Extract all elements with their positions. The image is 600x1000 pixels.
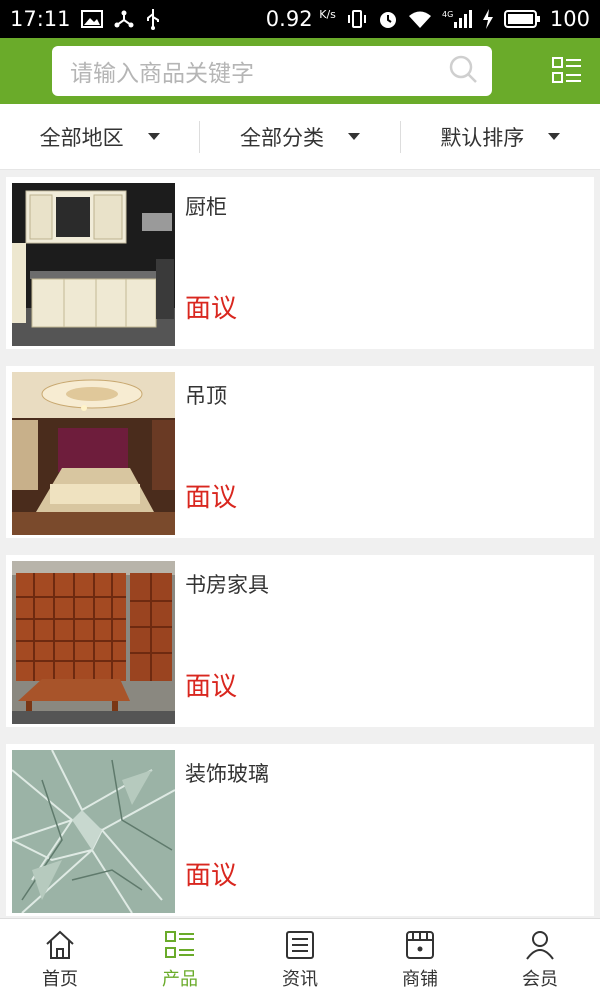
bottom-nav: 首页 产品 资讯 商铺 会员 [0, 918, 600, 1000]
product-item[interactable]: 厨柜 面议 [6, 177, 594, 349]
wifi-icon [408, 10, 432, 28]
nav-home[interactable]: 首页 [0, 919, 120, 1000]
nav-label: 资讯 [282, 968, 318, 990]
product-price: 面议 [185, 294, 238, 324]
header: 请输入商品关键字 [0, 38, 600, 104]
usb-icon [145, 8, 161, 30]
share-icon [113, 9, 135, 29]
alarm-icon [378, 9, 398, 29]
product-info: 吊顶 面议 [175, 372, 588, 532]
battery-icon [503, 10, 540, 28]
filter-bar: 全部地区 全部分类 默认排序 [0, 104, 600, 170]
home-icon [46, 930, 74, 959]
product-title[interactable]: 装饰玻璃 [185, 758, 578, 788]
network-speed: 0.92 K/s [265, 7, 336, 31]
product-image-kitchen-cabinet[interactable] [12, 183, 175, 346]
product-image-study-furniture[interactable] [12, 561, 175, 724]
filter-label: 全部地区 [39, 125, 124, 150]
product-title[interactable]: 吊顶 [185, 380, 578, 410]
product-title[interactable]: 书房家具 [185, 569, 578, 599]
product-list: 厨柜 面议 吊顶 面议 书房家具 面议 装饰玻璃 面议 [6, 177, 594, 933]
image-icon [80, 10, 103, 28]
search-input[interactable]: 请输入商品关键字 [52, 46, 492, 96]
product-item[interactable]: 吊顶 面议 [6, 366, 594, 538]
filter-category[interactable]: 全部分类 [199, 120, 399, 153]
nav-products[interactable]: 产品 [120, 919, 240, 1000]
battery-level: 100 [549, 7, 590, 31]
product-info: 厨柜 面议 [175, 183, 588, 343]
news-icon [286, 930, 314, 959]
signal-icon: 4G [442, 9, 472, 29]
nav-news[interactable]: 资讯 [240, 919, 360, 1000]
nav-member[interactable]: 会员 [480, 919, 600, 1000]
nav-label: 产品 [162, 968, 198, 990]
store-icon [406, 930, 434, 959]
search-placeholder: 请输入商品关键字 [70, 61, 254, 87]
product-title[interactable]: 厨柜 [185, 191, 578, 221]
filter-label: 全部分类 [239, 125, 324, 150]
product-item[interactable]: 书房家具 面议 [6, 555, 594, 727]
nav-label: 首页 [42, 968, 78, 990]
nav-store[interactable]: 商铺 [360, 919, 480, 1000]
product-list-icon [165, 930, 194, 958]
product-item[interactable]: 装饰玻璃 面议 [6, 744, 594, 916]
filter-region[interactable]: 全部地区 [0, 121, 199, 153]
caret-down-icon [347, 133, 360, 140]
svg-text:4G: 4G [442, 10, 453, 19]
search-icon[interactable] [448, 54, 478, 88]
product-price: 面议 [185, 672, 238, 702]
product-image-decorative-glass[interactable] [12, 750, 175, 913]
caret-down-icon [548, 133, 561, 140]
product-image-ceiling-bedroom[interactable] [12, 372, 175, 535]
product-price: 面议 [185, 861, 238, 891]
status-bar: 17:11 0.92 K/s 4G 100 [0, 0, 600, 38]
filter-label: 默认排序 [440, 125, 525, 150]
product-info: 书房家具 面议 [175, 561, 588, 721]
product-info: 装饰玻璃 面议 [175, 750, 588, 910]
nav-label: 会员 [522, 968, 558, 990]
vibrate-icon [346, 9, 368, 29]
filter-sort[interactable]: 默认排序 [399, 120, 600, 153]
charging-icon [482, 9, 494, 29]
category-menu-icon[interactable] [552, 56, 582, 86]
caret-down-icon [147, 133, 160, 140]
clock: 17:11 [10, 7, 71, 31]
user-icon [526, 930, 554, 960]
nav-label: 商铺 [402, 968, 438, 990]
product-price: 面议 [185, 483, 238, 513]
